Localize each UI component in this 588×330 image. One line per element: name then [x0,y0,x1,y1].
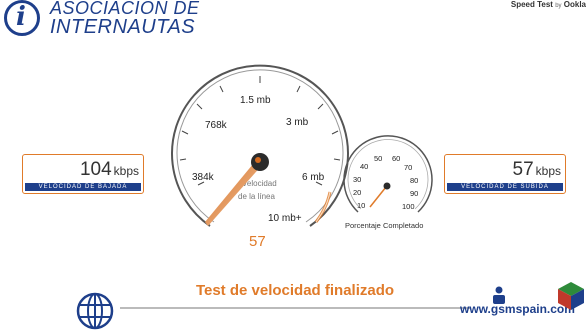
progress-tick-40: 40 [360,162,368,171]
bottom-divider [120,307,470,309]
progress-tick-90: 90 [410,189,418,198]
progress-gauge: 10 20 30 40 50 60 70 80 90 100 Porcentaj… [343,135,433,230]
speed-gauge-outer-arc [171,64,349,227]
gauges-svg: 384k 768k 1.5 mb 3 mb 6 mb 10 mb+ Veloci… [171,64,433,250]
globe-icon [76,292,114,330]
progress-tick-60: 60 [392,154,400,163]
progress-tick-20: 20 [353,188,361,197]
progress-gauge-label: Porcentaje Completado [345,221,423,230]
speed-gauge: 384k 768k 1.5 mb 3 mb 6 mb 10 mb+ Veloci… [171,64,349,250]
speed-tick-1-5mb: 1.5 mb [240,95,271,106]
speed-gauge-reading: 57 [249,233,266,250]
speed-tick-10mb: 10 mb+ [268,213,302,224]
speed-tick-768k: 768k [205,120,228,131]
progress-gauge-hub [383,182,391,190]
progress-tick-70: 70 [404,163,412,172]
progress-tick-30: 30 [353,175,361,184]
progress-tick-50: 50 [374,154,382,163]
speed-tick-384k: 384k [192,172,215,183]
progress-tick-80: 80 [410,176,418,185]
speed-tick-3mb: 3 mb [286,117,309,128]
cube-icon [558,282,584,310]
progress-tick-10: 10 [357,201,365,210]
progress-tick-100: 100 [402,202,415,211]
speed-center-label-2: de la línea [238,192,275,201]
progress-gauge-needle [369,186,387,208]
status-message: Test de velocidad finalizado [195,282,395,299]
speed-tick-6mb: 6 mb [302,172,325,183]
